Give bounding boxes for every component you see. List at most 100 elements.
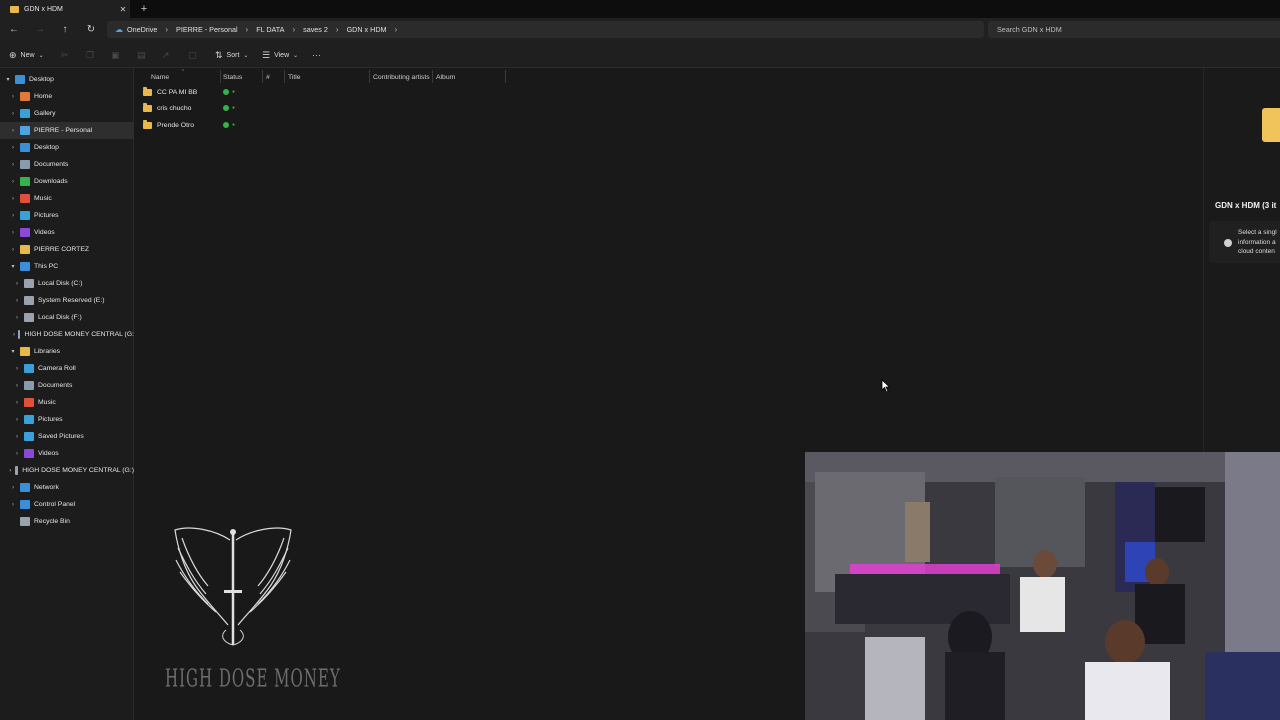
sidebar-item[interactable]: ▾ Libraries	[0, 343, 134, 360]
sidebar-item[interactable]: › Camera Roll	[0, 360, 134, 377]
chevron-right-icon[interactable]: ›	[9, 94, 17, 100]
chevron-right-icon[interactable]: ›	[13, 451, 21, 457]
sidebar-item[interactable]: ▾ Desktop	[0, 71, 134, 88]
sidebar-item[interactable]: › Gallery	[0, 105, 134, 122]
chevron-right-icon[interactable]: ›	[328, 25, 347, 34]
sidebar-item-label: Saved Pictures	[38, 433, 84, 440]
breadcrumb-fl-data[interactable]: FL DATA	[256, 25, 284, 34]
sidebar-item[interactable]: › Local Disk (C:)	[0, 275, 134, 292]
sidebar-item[interactable]: › Saved Pictures	[0, 428, 134, 445]
view-button[interactable]: ☰ View ⌄	[262, 49, 298, 61]
chevron-right-icon[interactable]: ›	[157, 25, 176, 34]
chevron-right-icon[interactable]: ›	[238, 25, 257, 34]
search-input[interactable]: Search GDN x HDM	[988, 21, 1280, 38]
tab-gdn-x-hdm[interactable]: GDN x HDM ✕	[0, 0, 130, 18]
chevron-down-icon[interactable]: ▾	[9, 263, 17, 270]
chevron-right-icon[interactable]: ›	[387, 25, 406, 34]
sort-button[interactable]: ⇅ Sort ⌄	[215, 49, 248, 61]
share-button[interactable]: ↗	[162, 49, 170, 61]
chevron-right-icon[interactable]: ›	[9, 485, 17, 491]
sidebar-item-label: HIGH DOSE MONEY CENTRAL (G:	[24, 331, 134, 338]
sync-status: ●	[223, 100, 237, 116]
column-divider[interactable]	[262, 70, 263, 83]
delete-button[interactable]: ▢	[188, 49, 197, 61]
sidebar-item[interactable]: › HIGH DOSE MONEY CENTRAL (G:)	[0, 462, 134, 479]
column-divider[interactable]	[432, 70, 433, 83]
sidebar-item[interactable]: › Documents	[0, 156, 134, 173]
person-icon: ●	[232, 122, 236, 128]
column-header-contributing-artists[interactable]: Contributing artists	[373, 71, 430, 83]
breadcrumb-pierre-personal[interactable]: PIERRE - Personal	[176, 25, 238, 34]
sidebar-item[interactable]: › Control Panel	[0, 496, 134, 513]
column-header-number[interactable]: #	[266, 71, 270, 83]
rename-button[interactable]: ▤	[137, 49, 146, 61]
sidebar-item[interactable]: › PIERRE - Personal	[0, 122, 134, 139]
column-header-status[interactable]: Status	[223, 71, 242, 83]
chevron-right-icon[interactable]: ›	[9, 145, 17, 151]
sidebar-item[interactable]: › Network	[0, 479, 134, 496]
chevron-right-icon[interactable]: ›	[13, 315, 21, 321]
column-divider[interactable]	[369, 70, 370, 83]
chevron-right-icon[interactable]: ›	[13, 400, 21, 406]
cloud-icon: ☁	[115, 25, 123, 34]
sidebar-item[interactable]: › Documents	[0, 377, 134, 394]
sidebar-item[interactable]: › Pictures	[0, 207, 134, 224]
column-divider[interactable]	[505, 70, 506, 83]
chevron-right-icon[interactable]: ›	[9, 179, 17, 185]
chevron-right-icon[interactable]: ›	[9, 128, 17, 134]
up-arrow-icon[interactable]: ↑	[57, 22, 73, 38]
sidebar-item[interactable]: › Music	[0, 394, 134, 411]
chevron-right-icon[interactable]: ›	[13, 383, 21, 389]
cut-button[interactable]: ✂	[61, 49, 69, 61]
close-tab-icon[interactable]: ✕	[116, 5, 130, 14]
chevron-right-icon[interactable]: ›	[9, 502, 17, 508]
sidebar-item[interactable]: › Desktop	[0, 139, 134, 156]
refresh-icon[interactable]: ↻	[83, 22, 99, 38]
sidebar-item[interactable]: ▾ This PC	[0, 258, 134, 275]
breadcrumb-gdn-x-hdm[interactable]: GDN x HDM	[347, 25, 387, 34]
sidebar-item[interactable]: › Local Disk (F:)	[0, 309, 134, 326]
column-divider[interactable]	[220, 70, 221, 83]
breadcrumb-onedrive[interactable]: OneDrive	[127, 25, 157, 34]
back-arrow-icon[interactable]: ←	[6, 22, 22, 38]
sidebar-item[interactable]: › PIERRE CORTEZ	[0, 241, 134, 258]
chevron-right-icon[interactable]: ›	[13, 417, 21, 423]
chevron-right-icon[interactable]: ›	[13, 281, 21, 287]
column-header-title[interactable]: Title	[288, 71, 301, 83]
more-options-button[interactable]: ···	[312, 49, 321, 61]
column-header-album[interactable]: Album	[436, 71, 455, 83]
sidebar-item[interactable]: › Videos	[0, 224, 134, 241]
forward-arrow-icon[interactable]: →	[32, 22, 48, 38]
chevron-right-icon[interactable]: ›	[9, 247, 17, 253]
chevron-right-icon[interactable]: ›	[13, 332, 15, 338]
new-button[interactable]: ⊕ New ⌄	[9, 49, 44, 61]
copy-button[interactable]: ❐	[86, 49, 94, 61]
chevron-right-icon[interactable]: ›	[9, 196, 17, 202]
chevron-right-icon[interactable]: ›	[9, 468, 12, 474]
chevron-right-icon[interactable]: ›	[9, 162, 17, 168]
sidebar-item[interactable]: › Home	[0, 88, 134, 105]
chevron-right-icon[interactable]: ›	[9, 213, 17, 219]
column-divider[interactable]	[284, 70, 285, 83]
chevron-right-icon[interactable]: ›	[13, 366, 21, 372]
new-tab-button[interactable]: +	[138, 2, 150, 16]
tab-title: GDN x HDM	[24, 5, 63, 13]
chevron-right-icon[interactable]: ›	[284, 25, 303, 34]
sidebar-item[interactable]: › Downloads	[0, 173, 134, 190]
chevron-down-icon[interactable]: ▾	[4, 76, 12, 83]
chevron-right-icon[interactable]: ›	[9, 230, 17, 236]
address-bar[interactable]: ☁ OneDrive › PIERRE - Personal › FL DATA…	[107, 21, 984, 38]
sidebar-item[interactable]: › Videos	[0, 445, 134, 462]
chevron-right-icon[interactable]: ›	[9, 111, 17, 117]
sidebar-item[interactable]: › Music	[0, 190, 134, 207]
sidebar-item[interactable]: › System Reserved (E:)	[0, 292, 134, 309]
chevron-right-icon[interactable]: ›	[13, 434, 21, 440]
sidebar-item[interactable]: Recycle Bin	[0, 513, 134, 530]
paste-button[interactable]: ▣	[111, 49, 120, 61]
chevron-right-icon[interactable]: ›	[13, 298, 21, 304]
column-header-name[interactable]: Name ⌃	[151, 69, 185, 83]
sidebar-item[interactable]: › Pictures	[0, 411, 134, 428]
breadcrumb-saves-2[interactable]: saves 2	[303, 25, 328, 34]
sidebar-item[interactable]: › HIGH DOSE MONEY CENTRAL (G:	[0, 326, 134, 343]
chevron-down-icon[interactable]: ▾	[9, 348, 17, 355]
